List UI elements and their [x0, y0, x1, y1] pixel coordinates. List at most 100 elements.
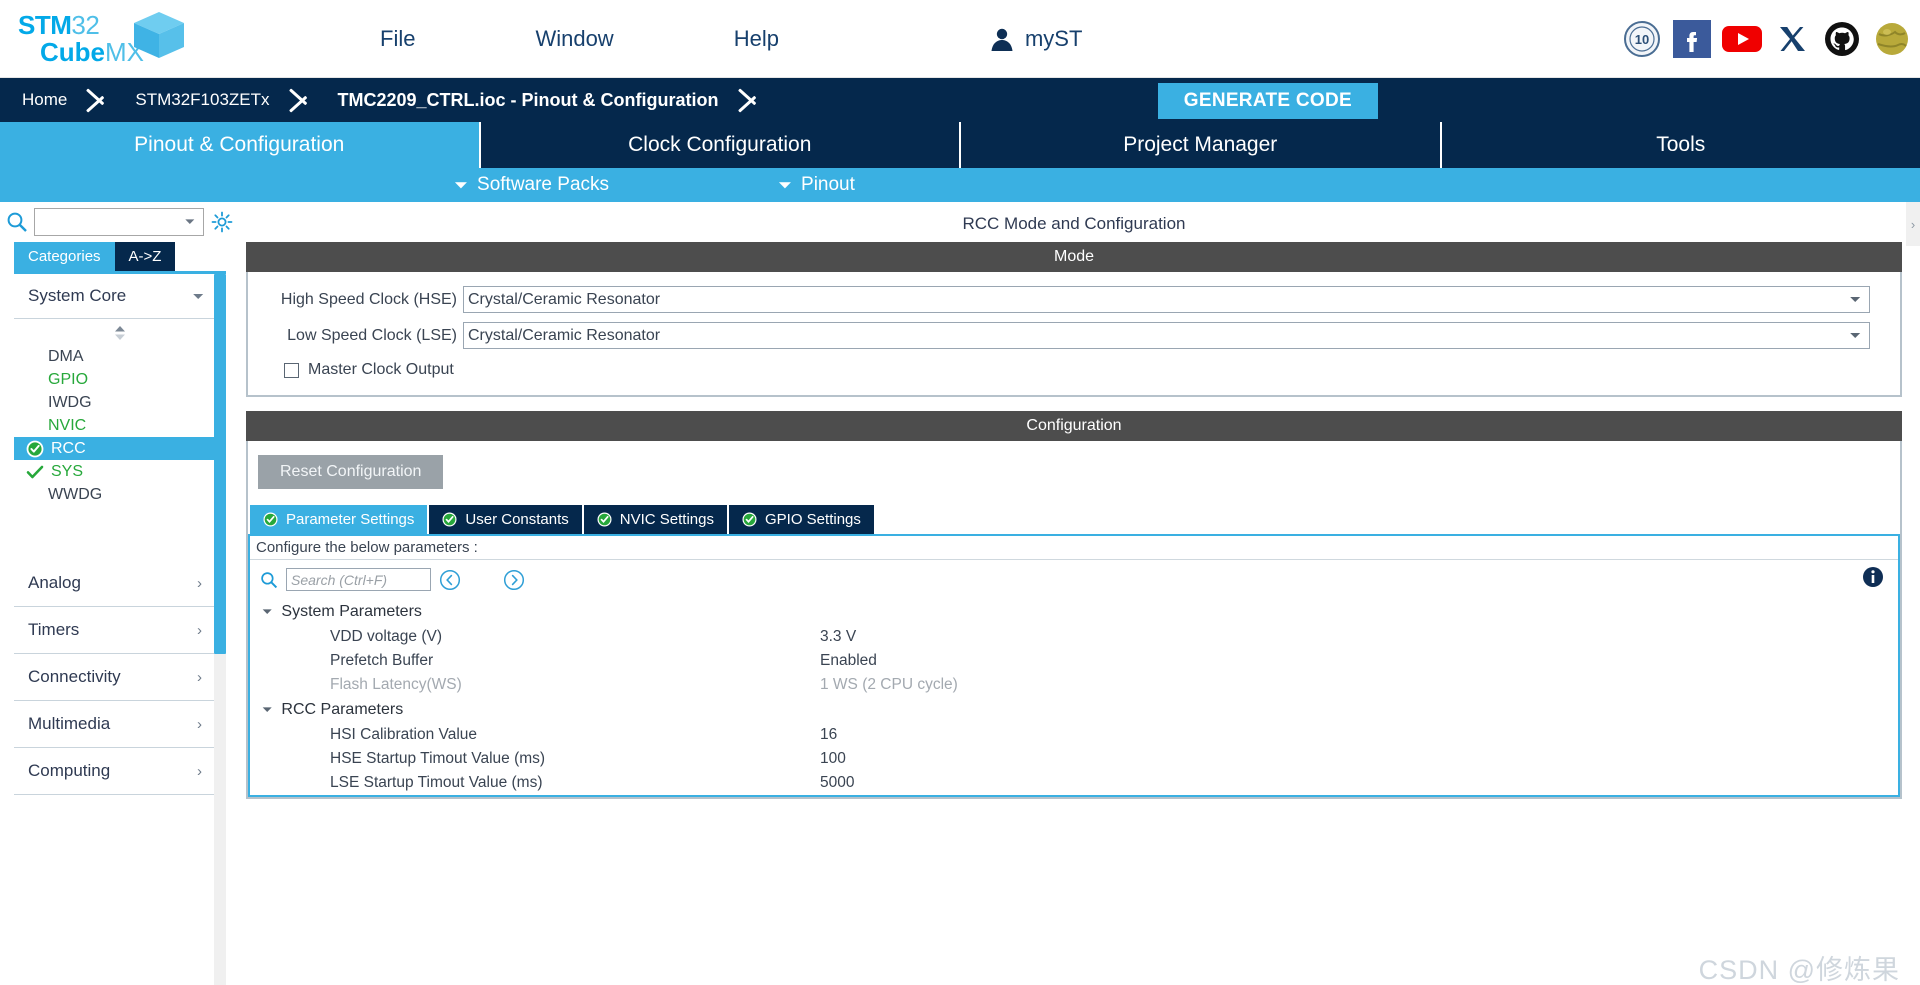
myst-label: myST — [1024, 25, 1083, 51]
param-row-prefetch-buffer[interactable]: Prefetch Buffer Enabled — [250, 649, 1898, 673]
menu-file[interactable]: File — [320, 16, 475, 62]
sidebar-item-sys[interactable]: SYS — [14, 460, 226, 483]
param-value: 3.3 V — [820, 628, 857, 645]
wiki-globe-icon[interactable] — [1872, 19, 1912, 59]
sidebar-tab-categories[interactable]: Categories — [14, 242, 115, 271]
sidebar-item-iwdg[interactable]: IWDG — [14, 391, 226, 414]
param-row-flash-latency: Flash Latency(WS) 1 WS (2 CPU cycle) — [250, 673, 1898, 697]
myst-account-button[interactable]: myST — [989, 26, 1082, 52]
param-group-system-parameters[interactable]: ⏷ System Parameters — [250, 599, 1898, 625]
chevron-right-icon: › — [197, 762, 202, 780]
param-row-hse-startup-timeout[interactable]: HSE Startup Timout Value (ms) 100 — [250, 747, 1898, 771]
tab-pinout-configuration[interactable]: Pinout & Configuration — [0, 122, 481, 168]
cube-icon — [134, 11, 184, 58]
check-circle-icon — [26, 440, 44, 457]
tab-gpio-settings[interactable]: GPIO Settings — [729, 505, 876, 534]
pinout-menu[interactable]: ⏷ Pinout — [779, 174, 855, 196]
sidebar-search-input[interactable]: ⏷ — [34, 208, 204, 236]
facebook-icon[interactable] — [1672, 19, 1712, 59]
sidebar-category-tabs: Categories A->Z — [0, 242, 240, 271]
chevron-right-icon: › — [197, 668, 202, 686]
hse-label: High Speed Clock (HSE) — [280, 290, 457, 308]
sidebar-tab-a-to-z[interactable]: A->Z — [114, 242, 176, 271]
param-value: 100 — [820, 750, 846, 767]
chevron-right-icon: › — [197, 621, 202, 639]
lse-row: Low Speed Clock (LSE) Crystal/Ceramic Re… — [248, 322, 1900, 349]
sidebar-category-connectivity[interactable]: Connectivity › — [14, 654, 226, 701]
tab-project-manager[interactable]: Project Manager — [961, 122, 1442, 168]
github-icon[interactable] — [1822, 19, 1862, 59]
x-twitter-icon[interactable] — [1772, 19, 1812, 59]
sidebar-item-gpio[interactable]: GPIO — [14, 368, 226, 391]
generate-code-button[interactable]: GENERATE CODE — [1157, 83, 1378, 119]
hse-value: Crystal/Ceramic Resonator — [468, 290, 661, 308]
sidebar-item-label: RCC — [51, 439, 86, 457]
previous-match-icon[interactable] — [439, 569, 461, 591]
sidebar-item-nvic[interactable]: NVIC — [14, 414, 226, 437]
tab-tools[interactable]: Tools — [1442, 122, 1920, 168]
sidebar-item-label: GPIO — [48, 370, 89, 388]
pinout-label: Pinout — [801, 174, 855, 195]
breadcrumb-home[interactable]: Home — [0, 78, 83, 122]
chevron-right-icon: › — [1910, 216, 1916, 232]
sidebar-category-analog[interactable]: Analog › — [14, 560, 226, 607]
param-group-label: RCC Parameters — [281, 701, 404, 718]
sidebar-item-label: SYS — [51, 462, 84, 480]
breadcrumb-project[interactable]: TMC2209_CTRL.ioc - Pinout & Configuratio… — [316, 78, 735, 122]
sidebar-category-computing[interactable]: Computing › — [14, 748, 226, 795]
chevron-down-icon: ⏷ — [1849, 327, 1861, 343]
youtube-icon[interactable] — [1722, 19, 1762, 59]
mode-section-header: Mode — [246, 242, 1902, 272]
check-circle-icon — [742, 512, 757, 527]
breadcrumb-device[interactable]: STM32F103ZETx — [113, 78, 285, 122]
sidebar-category-multimedia[interactable]: Multimedia › — [14, 701, 226, 748]
ten-years-badge-icon[interactable]: 10 — [1622, 19, 1662, 59]
chevron-down-icon: ⏷ — [1849, 291, 1861, 307]
param-name: Prefetch Buffer — [330, 652, 434, 669]
software-packs-menu[interactable]: ⏷ Software Packs — [455, 174, 609, 196]
sidebar-group-label: System Core — [28, 286, 127, 305]
tab-label: GPIO Settings — [765, 511, 861, 528]
search-icon[interactable] — [6, 211, 28, 233]
next-match-icon[interactable] — [503, 569, 525, 591]
check-circle-icon — [597, 512, 612, 527]
chevron-right-icon: › — [197, 574, 202, 592]
menu-help[interactable]: Help — [674, 16, 839, 62]
sidebar-group-system-core[interactable]: System Core ⏷ — [14, 274, 226, 319]
master-clock-output-checkbox[interactable] — [284, 362, 299, 378]
tab-clock-configuration[interactable]: Clock Configuration — [481, 122, 961, 168]
tab-user-constants[interactable]: User Constants — [429, 505, 584, 534]
search-icon[interactable] — [260, 571, 278, 589]
sidebar-item-label: IWDG — [48, 393, 92, 411]
tab-nvic-settings[interactable]: NVIC Settings — [583, 505, 729, 534]
sidebar-category-timers[interactable]: Timers › — [14, 607, 226, 654]
chevron-down-icon: ⏷ — [455, 176, 468, 194]
sort-toggle[interactable] — [14, 319, 226, 343]
check-circle-icon — [442, 512, 457, 527]
configure-hint: Configure the below parameters : — [250, 536, 1898, 560]
parameter-search-input[interactable]: Search (Ctrl+F) — [286, 568, 431, 591]
param-group-rcc-parameters[interactable]: ⏷ RCC Parameters — [250, 697, 1898, 723]
param-row-vdd-voltage[interactable]: VDD voltage (V) 3.3 V — [250, 625, 1898, 649]
hse-select[interactable]: Crystal/Ceramic Resonator ⏷ — [463, 286, 1870, 313]
param-row-lse-startup-timeout[interactable]: LSE Startup Timout Value (ms) 5000 — [250, 771, 1898, 795]
sidebar-item-rcc[interactable]: RCC — [14, 437, 214, 460]
menu-window[interactable]: Window — [475, 16, 673, 62]
master-clock-output-row[interactable]: Master Clock Output — [248, 361, 1900, 379]
reset-configuration-button[interactable]: Reset Configuration — [258, 455, 444, 489]
gear-icon[interactable] — [210, 210, 234, 234]
breadcrumb: Home STM32F103ZETx TMC2209_CTRL.ioc - Pi… — [0, 78, 1920, 122]
top-menu-bar: STM32 CubeMX File Window Help myST 10 — [0, 0, 1920, 78]
panel-scroll-arrow[interactable]: › — [1906, 202, 1920, 246]
sidebar-item-wwdg[interactable]: WWDG — [14, 483, 226, 506]
sidebar-item-label: WWDG — [48, 485, 103, 503]
info-icon[interactable] — [1862, 566, 1884, 588]
lse-select[interactable]: Crystal/Ceramic Resonator ⏷ — [463, 322, 1870, 349]
param-row-hsi-calibration-value[interactable]: HSI Calibration Value 16 — [250, 723, 1898, 747]
stm32cubemx-logo[interactable]: STM32 CubeMX — [0, 0, 200, 78]
tab-parameter-settings[interactable]: Parameter Settings — [250, 505, 430, 534]
chevron-down-icon: ⏷ — [192, 287, 204, 304]
sidebar-category-label: Timers — [28, 620, 80, 639]
sidebar-item-dma[interactable]: DMA — [14, 345, 226, 368]
svg-text:10: 10 — [1635, 32, 1649, 47]
